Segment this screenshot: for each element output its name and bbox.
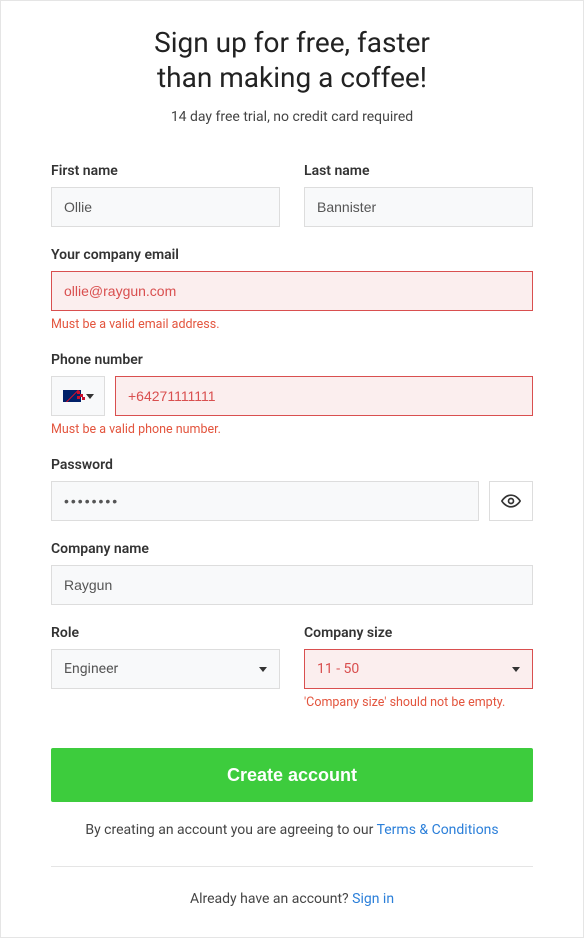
chevron-down-icon: [86, 394, 94, 399]
company-size-value: 11 - 50: [317, 661, 359, 677]
subheading: 14 day free trial, no credit card requir…: [51, 109, 533, 125]
terms-link[interactable]: Terms & Conditions: [377, 822, 499, 838]
phone-field: Phone number Must be a valid phone numbe…: [51, 352, 533, 437]
last-name-input[interactable]: [304, 187, 533, 227]
password-label: Password: [51, 457, 533, 473]
terms-text: By creating an account you are agreeing …: [51, 822, 533, 838]
email-field: Your company email Must be a valid email…: [51, 247, 533, 332]
phone-error: Must be a valid phone number.: [51, 422, 533, 437]
heading-line2: than making a coffee!: [157, 61, 427, 94]
email-error: Must be a valid email address.: [51, 317, 533, 332]
company-size-label: Company size: [304, 625, 533, 641]
company-size-error: 'Company size' should not be empty.: [304, 695, 533, 710]
role-label: Role: [51, 625, 280, 641]
page-title: Sign up for free, faster than making a c…: [51, 25, 533, 95]
email-input[interactable]: [51, 271, 533, 311]
email-label: Your company email: [51, 247, 533, 263]
terms-prefix: By creating an account you are agreeing …: [85, 822, 376, 838]
eye-icon: [501, 494, 521, 508]
divider: [51, 866, 533, 867]
chevron-down-icon: [259, 667, 267, 672]
signup-form: Sign up for free, faster than making a c…: [0, 0, 584, 938]
phone-label: Phone number: [51, 352, 533, 368]
company-size-field: Company size 11 - 50 'Company size' shou…: [304, 625, 533, 710]
create-account-button[interactable]: Create account: [51, 748, 533, 802]
role-value: Engineer: [64, 661, 118, 677]
role-field: Role Engineer: [51, 625, 280, 710]
chevron-down-icon: [512, 667, 520, 672]
role-select[interactable]: Engineer: [51, 649, 280, 689]
last-name-field: Last name: [304, 163, 533, 227]
phone-input[interactable]: [115, 376, 533, 416]
company-name-field: Company name: [51, 541, 533, 605]
first-name-field: First name: [51, 163, 280, 227]
company-size-select[interactable]: 11 - 50: [304, 649, 533, 689]
password-input[interactable]: [51, 481, 479, 521]
first-name-input[interactable]: [51, 187, 280, 227]
company-name-label: Company name: [51, 541, 533, 557]
password-field: Password: [51, 457, 533, 521]
first-name-label: First name: [51, 163, 280, 179]
heading-line1: Sign up for free, faster: [154, 26, 430, 59]
country-selector[interactable]: [51, 376, 105, 416]
last-name-label: Last name: [304, 163, 533, 179]
signin-text: Already have an account? Sign in: [51, 891, 533, 907]
company-name-input[interactable]: [51, 565, 533, 605]
toggle-password-button[interactable]: [489, 481, 533, 521]
signin-prefix: Already have an account?: [190, 891, 352, 907]
signin-link[interactable]: Sign in: [352, 891, 394, 907]
flag-icon: [63, 390, 81, 402]
